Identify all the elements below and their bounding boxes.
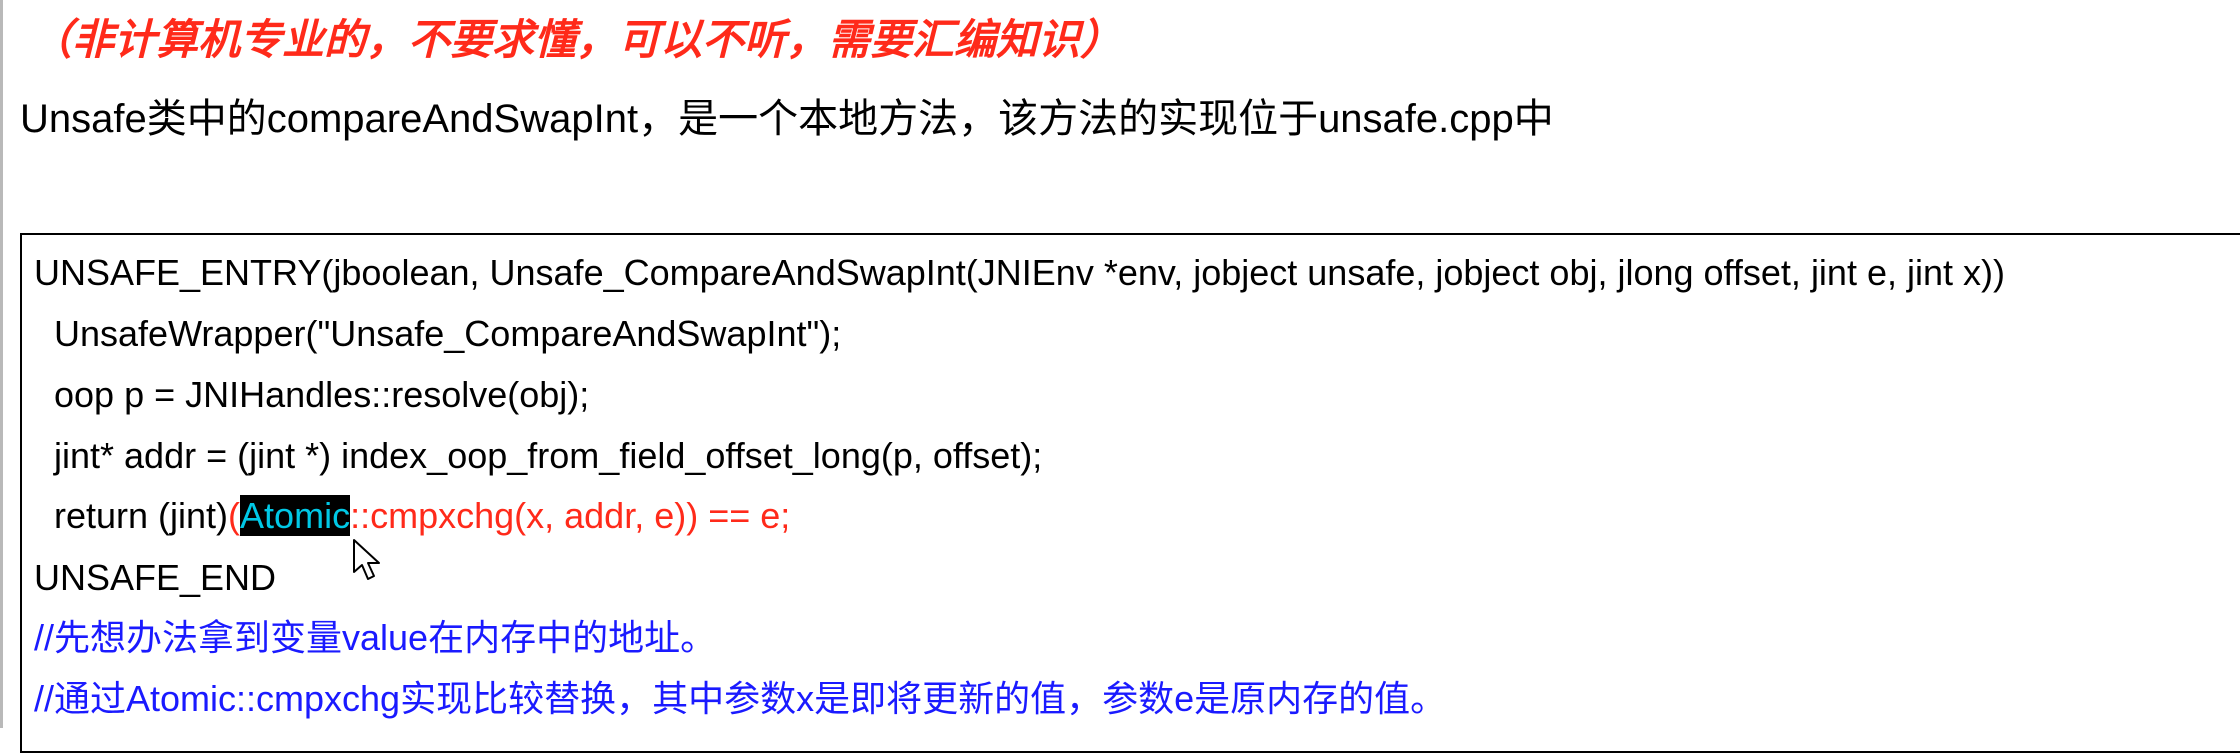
return-open-paren: ( (228, 495, 241, 536)
mouse-pointer-icon (353, 539, 380, 580)
return-prefix: return (jint) (54, 495, 229, 536)
intro-text: Unsafe类中的compareAndSwapInt，是一个本地方法，该方法的实… (20, 97, 1554, 141)
code-line-entry: UNSAFE_ENTRY(jboolean, Unsafe_CompareAnd… (34, 252, 2005, 293)
note-heading: （非计算机专业的，不要求懂，可以不听，需要汇编知识） (30, 15, 1123, 64)
left-border (0, 0, 3, 728)
code-line-return: return (jint)(Atomic::cmpxchg(x, addr, e… (54, 493, 790, 539)
selected-text[interactable]: Atomic (240, 495, 351, 536)
return-suffix: ::cmpxchg(x, addr, e)) == e; (350, 495, 791, 536)
code-line-resolve: oop p = JNIHandles::resolve(obj); (54, 374, 590, 415)
code-line-end: UNSAFE_END (34, 557, 277, 598)
code-line-wrapper: UnsafeWrapper("Unsafe_CompareAndSwapInt"… (54, 313, 842, 354)
code-comment-cmpxchg: //通过Atomic::cmpxchg实现比较替换，其中参数x是即将更新的值，参… (34, 678, 1447, 719)
code-comment-address: //先想办法拿到变量value在内存中的地址。 (34, 617, 717, 658)
code-line-addr: jint* addr = (jint *) index_oop_from_fie… (54, 435, 1043, 476)
code-block: UNSAFE_ENTRY(jboolean, Unsafe_CompareAnd… (20, 233, 2240, 753)
